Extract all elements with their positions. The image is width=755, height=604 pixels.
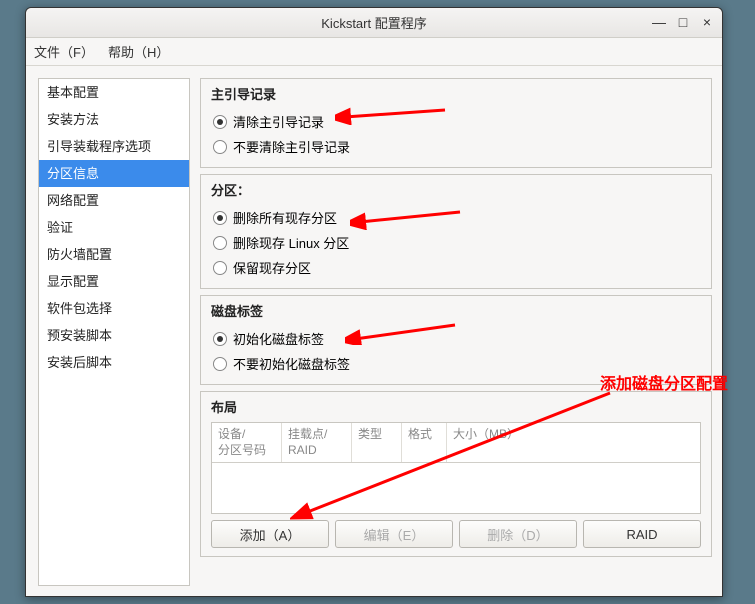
- group-disklabel-title: 磁盘标签: [211, 301, 701, 320]
- radio-noinit-label[interactable]: [213, 357, 227, 371]
- th-mount[interactable]: 挂载点/RAID: [282, 423, 352, 462]
- radio-row-clear-mbr[interactable]: 清除主引导记录: [211, 109, 701, 134]
- group-layout-title: 布局: [211, 397, 701, 416]
- group-partition: 分区： 删除所有现存分区 删除现存 Linux 分区 保留现存分区: [200, 174, 712, 289]
- group-layout: 布局 设备/分区号码 挂载点/RAID 类型 格式 大小（MB） 添加（A） 编…: [200, 391, 712, 557]
- window-controls: — □ ×: [648, 11, 718, 33]
- sidebar-item-install[interactable]: 安装方法: [39, 106, 189, 133]
- sidebar-item-display[interactable]: 显示配置: [39, 268, 189, 295]
- radio-label: 删除所有现存分区: [233, 208, 337, 227]
- app-window: Kickstart 配置程序 — □ × 文件（F） 帮助（H） 基本配置 安装…: [25, 7, 723, 597]
- add-button[interactable]: 添加（A）: [211, 520, 329, 548]
- radio-noclear-mbr[interactable]: [213, 140, 227, 154]
- table-header: 设备/分区号码 挂载点/RAID 类型 格式 大小（MB）: [212, 423, 700, 463]
- sidebar-item-bootloader[interactable]: 引导装载程序选项: [39, 133, 189, 160]
- sidebar: 基本配置 安装方法 引导装载程序选项 分区信息 网络配置 验证 防火墙配置 显示…: [38, 78, 190, 586]
- main-panel: 主引导记录 清除主引导记录 不要清除主引导记录 分区： 删除所有现存分区: [200, 78, 712, 586]
- sidebar-item-packages[interactable]: 软件包选择: [39, 295, 189, 322]
- th-size[interactable]: 大小（MB）: [447, 423, 700, 462]
- radio-row-init-label[interactable]: 初始化磁盘标签: [211, 326, 701, 351]
- th-type[interactable]: 类型: [352, 423, 402, 462]
- group-mbr-title: 主引导记录: [211, 84, 701, 103]
- radio-label: 删除现存 Linux 分区: [233, 233, 349, 252]
- maximize-button[interactable]: □: [672, 11, 694, 33]
- sidebar-item-partition[interactable]: 分区信息: [39, 160, 189, 187]
- annotation-text: 添加磁盘分区配置: [600, 370, 728, 394]
- sidebar-item-network[interactable]: 网络配置: [39, 187, 189, 214]
- th-format[interactable]: 格式: [402, 423, 447, 462]
- radio-label: 初始化磁盘标签: [233, 329, 324, 348]
- radio-clear-mbr[interactable]: [213, 115, 227, 129]
- sidebar-item-auth[interactable]: 验证: [39, 214, 189, 241]
- sidebar-item-basic[interactable]: 基本配置: [39, 79, 189, 106]
- delete-button[interactable]: 删除（D）: [459, 520, 577, 548]
- radio-label: 不要清除主引导记录: [233, 137, 350, 156]
- menubar: 文件（F） 帮助（H）: [26, 38, 722, 66]
- radio-keep[interactable]: [213, 261, 227, 275]
- raid-button[interactable]: RAID: [583, 520, 701, 548]
- sidebar-item-prescript[interactable]: 预安装脚本: [39, 322, 189, 349]
- button-row: 添加（A） 编辑（E） 删除（D） RAID: [211, 520, 701, 548]
- sidebar-item-firewall[interactable]: 防火墙配置: [39, 241, 189, 268]
- radio-remove-linux[interactable]: [213, 236, 227, 250]
- sidebar-item-postscript[interactable]: 安装后脚本: [39, 349, 189, 376]
- minimize-button[interactable]: —: [648, 11, 670, 33]
- radio-remove-all[interactable]: [213, 211, 227, 225]
- radio-row-keep[interactable]: 保留现存分区: [211, 255, 701, 280]
- content-area: 基本配置 安装方法 引导装载程序选项 分区信息 网络配置 验证 防火墙配置 显示…: [26, 66, 722, 596]
- menu-help[interactable]: 帮助（H）: [108, 42, 169, 61]
- titlebar: Kickstart 配置程序 — □ ×: [26, 8, 722, 38]
- radio-row-remove-all[interactable]: 删除所有现存分区: [211, 205, 701, 230]
- radio-row-remove-linux[interactable]: 删除现存 Linux 分区: [211, 230, 701, 255]
- edit-button[interactable]: 编辑（E）: [335, 520, 453, 548]
- window-title: Kickstart 配置程序: [321, 13, 426, 32]
- close-button[interactable]: ×: [696, 11, 718, 33]
- radio-label: 保留现存分区: [233, 258, 311, 277]
- radio-label: 不要初始化磁盘标签: [233, 354, 350, 373]
- radio-label: 清除主引导记录: [233, 112, 324, 131]
- partition-table: 设备/分区号码 挂载点/RAID 类型 格式 大小（MB）: [211, 422, 701, 514]
- group-partition-title: 分区：: [211, 180, 701, 199]
- group-mbr: 主引导记录 清除主引导记录 不要清除主引导记录: [200, 78, 712, 168]
- radio-row-noclear-mbr[interactable]: 不要清除主引导记录: [211, 134, 701, 159]
- menu-file[interactable]: 文件（F）: [34, 42, 94, 61]
- radio-init-label[interactable]: [213, 332, 227, 346]
- th-device[interactable]: 设备/分区号码: [212, 423, 282, 462]
